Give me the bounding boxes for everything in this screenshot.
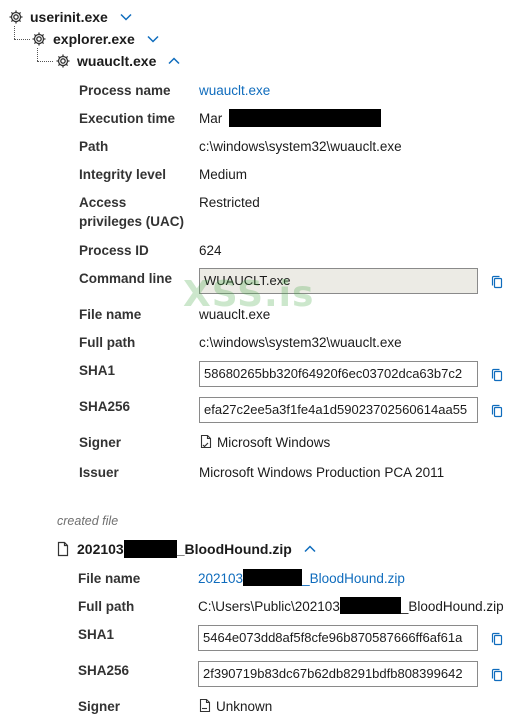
created-file-label: created file bbox=[57, 514, 119, 528]
detail-label: SHA1 bbox=[78, 627, 115, 642]
process-name: explorer.exe bbox=[53, 31, 135, 47]
detail-label: File name bbox=[78, 571, 141, 586]
detail-label-access: Access privileges (UAC) bbox=[79, 193, 184, 231]
created-signer-value: Unknown bbox=[198, 697, 272, 718]
signer-text: Microsoft Windows bbox=[217, 435, 331, 450]
detail-label: File name bbox=[79, 307, 142, 322]
detail-label: Issuer bbox=[79, 465, 119, 480]
tree-connector bbox=[37, 48, 38, 61]
detail-label: SHA1 bbox=[79, 363, 116, 378]
detail-label: Execution time bbox=[79, 111, 176, 126]
copy-icon[interactable] bbox=[489, 403, 505, 419]
file-name-prefix: 202103 bbox=[198, 571, 244, 586]
detail-label: Command line bbox=[79, 271, 173, 286]
access-privileges-value: Restricted bbox=[199, 195, 260, 210]
sha1-field[interactable]: 58680265bb320f64920f6ec03702dca63b7c2 bbox=[199, 361, 478, 387]
detail-label: Signer bbox=[79, 435, 122, 450]
redaction-bar bbox=[123, 540, 177, 558]
process-name: wuauclt.exe bbox=[77, 53, 157, 69]
created-sha256-field[interactable]: 2f390719b83dc67b62db8291bdfb808399642 bbox=[198, 661, 478, 687]
issuer-value: Microsoft Windows Production PCA 2011 bbox=[199, 465, 445, 480]
sha256-field[interactable]: efa27c2ee5a3f1fe4a1d59023702560614aa55 bbox=[199, 397, 478, 423]
detail-label: Integrity level bbox=[79, 167, 167, 182]
created-file-name-prefix: 202103 bbox=[77, 541, 124, 557]
detail-label: SHA256 bbox=[79, 399, 131, 414]
file-icon bbox=[55, 541, 71, 557]
detail-label: SHA256 bbox=[78, 663, 130, 678]
signer-text: Unknown bbox=[216, 699, 273, 714]
process-gear-icon bbox=[8, 9, 24, 25]
copy-icon[interactable] bbox=[489, 367, 505, 383]
full-path-value: c:\windows\system32\wuauclt.exe bbox=[199, 335, 402, 350]
file-name-value: wuauclt.exe bbox=[199, 307, 271, 322]
redaction-bar bbox=[339, 597, 401, 614]
chevron-up-icon[interactable] bbox=[166, 53, 182, 69]
created-file-name-link[interactable]: 202103 _BloodHound.zip bbox=[198, 569, 405, 588]
chevron-up-icon[interactable] bbox=[302, 541, 318, 557]
redaction-bar bbox=[243, 569, 303, 586]
created-sha1-field[interactable]: 5464e073dd8af5f8cfe96b870587666ff6af61a bbox=[198, 625, 478, 651]
created-file-header[interactable]: 202103 _BloodHound.zip bbox=[55, 539, 318, 559]
detail-label: Process name bbox=[79, 83, 171, 98]
created-file-name-suffix: _BloodHound.zip bbox=[176, 541, 292, 557]
copy-icon[interactable] bbox=[489, 667, 505, 683]
path-value: c:\windows\system32\wuauclt.exe bbox=[199, 139, 402, 154]
signer-value: Microsoft Windows bbox=[199, 433, 330, 454]
redaction-bar bbox=[229, 109, 381, 127]
tree-node-userinit[interactable]: userinit.exe bbox=[8, 7, 134, 27]
chevron-down-icon[interactable] bbox=[118, 9, 134, 25]
full-path-suffix: _BloodHound.zip bbox=[400, 599, 504, 614]
chevron-down-icon[interactable] bbox=[145, 31, 161, 47]
tree-node-wuauclt[interactable]: wuauclt.exe bbox=[55, 51, 182, 71]
process-gear-icon bbox=[55, 53, 71, 69]
file-name-suffix: _BloodHound.zip bbox=[302, 571, 405, 586]
detail-label: Process ID bbox=[79, 243, 149, 258]
detail-label: Full path bbox=[79, 335, 136, 350]
detail-label-line: Access bbox=[79, 195, 127, 210]
signed-document-icon bbox=[199, 434, 213, 454]
detail-label: Path bbox=[79, 139, 109, 154]
process-name-link[interactable]: wuauclt.exe bbox=[199, 81, 270, 100]
process-id-value: 624 bbox=[199, 243, 222, 258]
detail-label: Full path bbox=[78, 599, 135, 614]
full-path-prefix: C:\Users\Public\202103 bbox=[198, 599, 340, 614]
command-line-field[interactable]: WUAUCLT.exe bbox=[199, 268, 478, 294]
copy-icon[interactable] bbox=[489, 274, 505, 290]
tree-connector bbox=[14, 39, 30, 40]
integrity-level-value: Medium bbox=[199, 167, 248, 182]
detail-label-line: privileges (UAC) bbox=[79, 214, 185, 229]
copy-icon[interactable] bbox=[489, 631, 505, 647]
created-full-path-value: C:\Users\Public\202103 _BloodHound.zip bbox=[198, 597, 504, 616]
detail-label: Signer bbox=[78, 699, 121, 714]
unsigned-document-icon bbox=[198, 698, 212, 718]
tree-connector bbox=[14, 26, 15, 39]
tree-node-explorer[interactable]: explorer.exe bbox=[31, 29, 161, 49]
process-gear-icon bbox=[31, 31, 47, 47]
process-name: userinit.exe bbox=[30, 9, 108, 25]
tree-connector bbox=[37, 61, 53, 62]
execution-time-value: Mar bbox=[199, 111, 223, 126]
